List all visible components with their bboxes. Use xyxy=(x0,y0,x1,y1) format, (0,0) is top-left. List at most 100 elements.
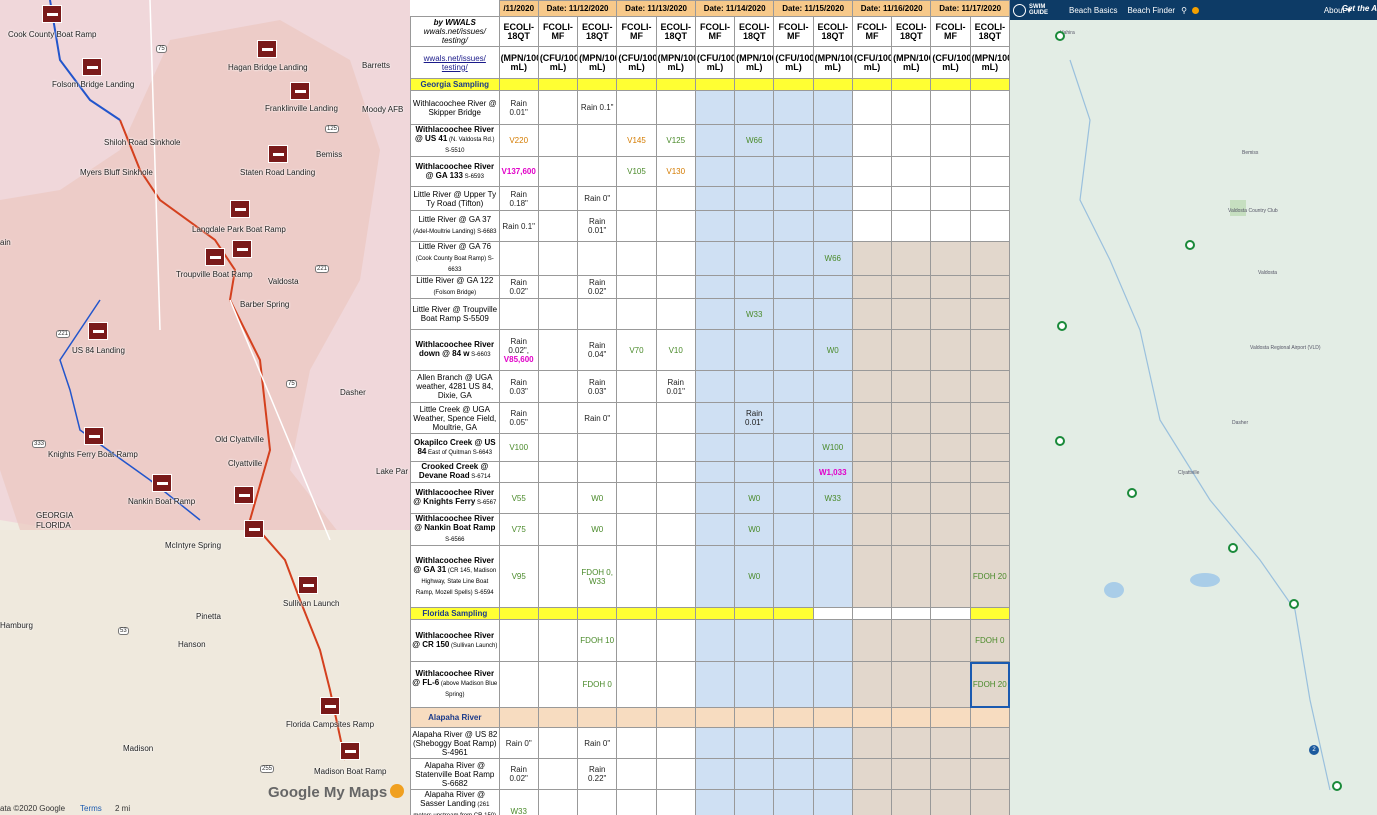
value-cell[interactable] xyxy=(655,513,696,546)
value-cell[interactable] xyxy=(891,186,932,211)
beach-status-pin-icon[interactable] xyxy=(1055,31,1065,41)
value-cell[interactable] xyxy=(891,789,932,815)
value-cell[interactable] xyxy=(577,789,618,815)
section-fill-cell[interactable] xyxy=(930,78,971,91)
date-header[interactable]: Date: 11/16/2020 xyxy=(851,0,932,17)
value-cell[interactable] xyxy=(812,758,853,790)
value-cell[interactable] xyxy=(930,298,971,330)
swim-guide-map-panel[interactable]: SWIM GUIDE Beach Basics Beach Finder ⚲ A… xyxy=(1010,0,1377,815)
date-header[interactable]: Date: 11/12/2020 xyxy=(537,0,618,17)
value-cell[interactable] xyxy=(537,433,579,462)
section-fill-cell[interactable] xyxy=(773,78,814,91)
section-fill-cell[interactable] xyxy=(616,707,657,728)
value-cell[interactable] xyxy=(773,661,814,708)
value-cell[interactable] xyxy=(734,370,775,403)
value-cell[interactable] xyxy=(734,241,775,276)
value-cell[interactable] xyxy=(812,370,853,403)
value-cell[interactable] xyxy=(734,461,775,483)
value-cell[interactable] xyxy=(773,90,814,125)
section-fill-cell[interactable] xyxy=(734,707,775,728)
value-cell[interactable] xyxy=(851,758,893,790)
boat-ramp-marker-icon[interactable] xyxy=(320,697,340,715)
value-cell[interactable] xyxy=(616,275,657,299)
value-cell[interactable] xyxy=(930,156,971,187)
value-cell[interactable] xyxy=(734,789,775,815)
unit-cell[interactable]: (CFU/100 mL) xyxy=(930,46,971,79)
value-cell[interactable] xyxy=(655,619,696,662)
value-cell[interactable]: W0 xyxy=(812,329,853,371)
value-cell[interactable] xyxy=(812,298,853,330)
value-cell[interactable] xyxy=(694,433,736,462)
value-cell[interactable]: V95 xyxy=(498,545,539,608)
section-fill-cell[interactable] xyxy=(655,607,696,620)
value-cell[interactable] xyxy=(734,156,775,187)
value-cell[interactable] xyxy=(773,402,814,434)
value-cell[interactable] xyxy=(734,727,775,759)
measure-code-cell[interactable]: ECOLI-18QT xyxy=(969,16,1010,47)
value-cell[interactable] xyxy=(537,727,579,759)
value-cell[interactable]: Rain 0.03" xyxy=(577,370,618,403)
value-cell[interactable] xyxy=(537,402,579,434)
testing-link[interactable]: wwals.net/issues/ testing/ xyxy=(410,46,500,79)
credit-url[interactable]: wwals.net/issues/ testing/ xyxy=(424,27,486,45)
value-cell[interactable] xyxy=(930,482,971,514)
boat-ramp-marker-icon[interactable] xyxy=(257,40,277,58)
value-cell[interactable] xyxy=(930,90,971,125)
value-cell[interactable] xyxy=(891,513,932,546)
section-title[interactable]: Alapaha River xyxy=(410,707,500,728)
value-cell[interactable] xyxy=(891,482,932,514)
value-cell[interactable] xyxy=(851,329,893,371)
value-cell[interactable] xyxy=(694,727,736,759)
value-cell[interactable] xyxy=(694,210,736,242)
value-cell[interactable] xyxy=(851,370,893,403)
value-cell[interactable] xyxy=(891,619,932,662)
value-cell[interactable] xyxy=(655,298,696,330)
site-name-cell[interactable]: Withlacoochee River @ GA 31 (CR 145, Mad… xyxy=(410,545,500,608)
measure-code-cell[interactable]: FCOLI-MF xyxy=(537,16,579,47)
value-cell[interactable] xyxy=(734,758,775,790)
unit-cell[interactable]: (MPN/100 mL) xyxy=(969,46,1010,79)
value-cell[interactable] xyxy=(851,789,893,815)
value-cell[interactable] xyxy=(537,513,579,546)
section-fill-cell[interactable] xyxy=(773,607,814,620)
value-cell[interactable] xyxy=(773,482,814,514)
value-cell[interactable] xyxy=(616,727,657,759)
boat-ramp-marker-icon[interactable] xyxy=(290,82,310,100)
value-cell[interactable] xyxy=(694,241,736,276)
site-name-cell[interactable]: Okapilco Creek @ US 84 East of Quitman S… xyxy=(410,433,500,462)
value-cell[interactable] xyxy=(851,619,893,662)
value-cell[interactable] xyxy=(616,433,657,462)
value-cell[interactable] xyxy=(930,619,971,662)
value-cell[interactable] xyxy=(851,186,893,211)
section-fill-cell[interactable] xyxy=(812,78,853,91)
value-cell[interactable]: Rain 0.02" xyxy=(498,275,539,299)
section-fill-cell[interactable] xyxy=(537,78,579,91)
measure-code-cell[interactable]: FCOLI-MF xyxy=(616,16,657,47)
value-cell[interactable] xyxy=(616,370,657,403)
unit-cell[interactable]: (MPN/100 mL) xyxy=(812,46,853,79)
value-cell[interactable] xyxy=(930,727,971,759)
value-cell[interactable] xyxy=(930,275,971,299)
value-cell[interactable] xyxy=(498,619,539,662)
value-cell[interactable] xyxy=(577,124,618,157)
value-cell[interactable] xyxy=(694,156,736,187)
value-cell[interactable] xyxy=(616,661,657,708)
value-cell[interactable]: Rain 0.02" xyxy=(577,275,618,299)
value-cell[interactable] xyxy=(773,275,814,299)
value-cell[interactable] xyxy=(694,402,736,434)
beach-status-pin-icon[interactable] xyxy=(1332,781,1342,791)
value-cell[interactable] xyxy=(773,727,814,759)
section-fill-cell[interactable] xyxy=(537,607,579,620)
section-fill-cell[interactable] xyxy=(891,78,932,91)
value-cell[interactable]: Rain 0" xyxy=(577,186,618,211)
value-cell[interactable] xyxy=(537,90,579,125)
value-cell[interactable]: FDOH 20 xyxy=(969,661,1010,708)
boat-ramp-marker-icon[interactable] xyxy=(340,742,360,760)
value-cell[interactable]: FDOH 0 xyxy=(577,661,618,708)
value-cell[interactable] xyxy=(969,241,1010,276)
section-fill-cell[interactable] xyxy=(694,707,736,728)
boat-ramp-marker-icon[interactable] xyxy=(88,322,108,340)
value-cell[interactable] xyxy=(537,241,579,276)
value-cell[interactable]: W100 xyxy=(812,433,853,462)
value-cell[interactable] xyxy=(851,433,893,462)
